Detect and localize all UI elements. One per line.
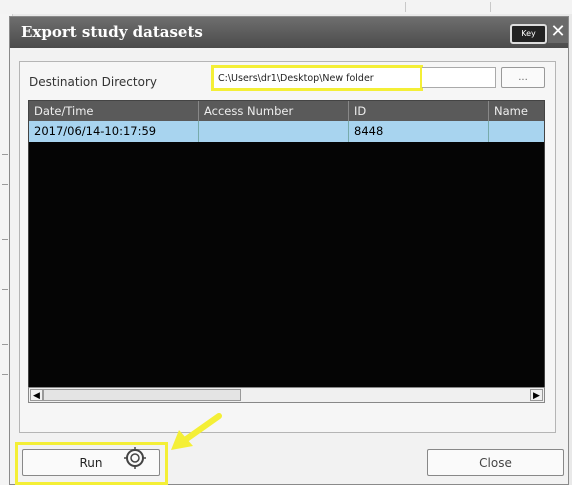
column-header-access-number[interactable]: Access Number	[199, 101, 349, 121]
destination-field-extension[interactable]	[422, 67, 496, 88]
dialog-title: Export study datasets	[21, 23, 203, 41]
scroll-left-icon[interactable]: ◀	[30, 389, 43, 401]
close-icon[interactable]: ✕	[548, 21, 568, 43]
cell-access-number	[199, 121, 349, 142]
background-tick	[2, 344, 8, 345]
datasets-table[interactable]: Date/Time Access Number ID Name 2017/06/…	[28, 100, 545, 395]
horizontal-scrollbar[interactable]: ◀ ▶	[28, 387, 545, 403]
destination-highlight	[211, 65, 423, 91]
scrollbar-thumb[interactable]	[43, 389, 241, 401]
busy-cursor-icon	[124, 447, 146, 469]
arrow-annotation-icon	[171, 413, 222, 450]
column-header-datetime[interactable]: Date/Time	[29, 101, 199, 121]
scroll-right-icon[interactable]: ▶	[530, 389, 543, 401]
background-divider	[55, 2, 406, 12]
table-row[interactable]: 2017/06/14-10:17:59 8448	[29, 121, 544, 142]
column-header-name[interactable]: Name	[489, 101, 546, 121]
key-button[interactable]: Key	[510, 24, 547, 44]
table-header: Date/Time Access Number ID Name	[29, 101, 544, 121]
background-tick	[2, 239, 8, 240]
browse-button[interactable]: ...	[501, 67, 545, 88]
dialog-titlebar: Export study datasets Key ✕	[10, 17, 568, 48]
column-header-id[interactable]: ID	[349, 101, 489, 121]
background-tick	[2, 374, 8, 375]
cell-name	[489, 121, 546, 142]
close-button[interactable]: Close	[427, 449, 564, 476]
background-divider	[410, 2, 491, 12]
background-tick	[2, 289, 8, 290]
export-dialog: Export study datasets Key ✕ Destination …	[9, 16, 569, 485]
cell-datetime: 2017/06/14-10:17:59	[29, 121, 199, 142]
background-tick	[2, 154, 8, 155]
cell-id: 8448	[349, 121, 489, 142]
destination-input[interactable]	[214, 68, 420, 88]
destination-label: Destination Directory	[29, 75, 157, 89]
background-window-top	[0, 0, 572, 14]
background-tick	[2, 184, 8, 185]
